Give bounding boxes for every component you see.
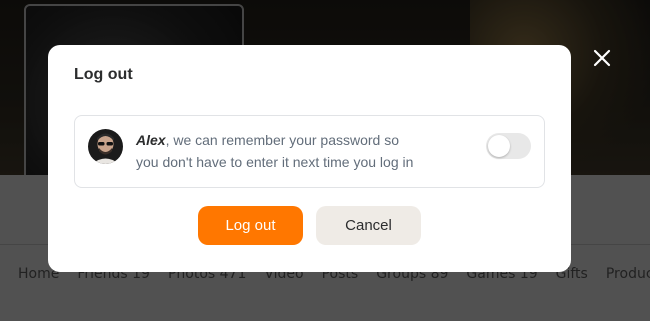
cancel-button[interactable]: Cancel — [316, 206, 421, 245]
remember-password-card: Alex, we can remember your password so y… — [74, 115, 545, 188]
user-avatar — [88, 129, 123, 164]
dialog-title: Log out — [74, 66, 133, 83]
remember-password-toggle[interactable] — [486, 133, 531, 159]
logout-button[interactable]: Log out — [198, 206, 303, 245]
remember-message: , we can remember your password so you d… — [136, 132, 414, 170]
logout-dialog: Log out Alex, we can remember your passw… — [48, 45, 571, 272]
close-icon — [593, 49, 611, 67]
user-name: Alex — [136, 132, 166, 148]
remember-password-text: Alex, we can remember your password so y… — [136, 129, 416, 173]
close-button[interactable] — [588, 44, 616, 72]
toggle-knob — [488, 135, 510, 157]
